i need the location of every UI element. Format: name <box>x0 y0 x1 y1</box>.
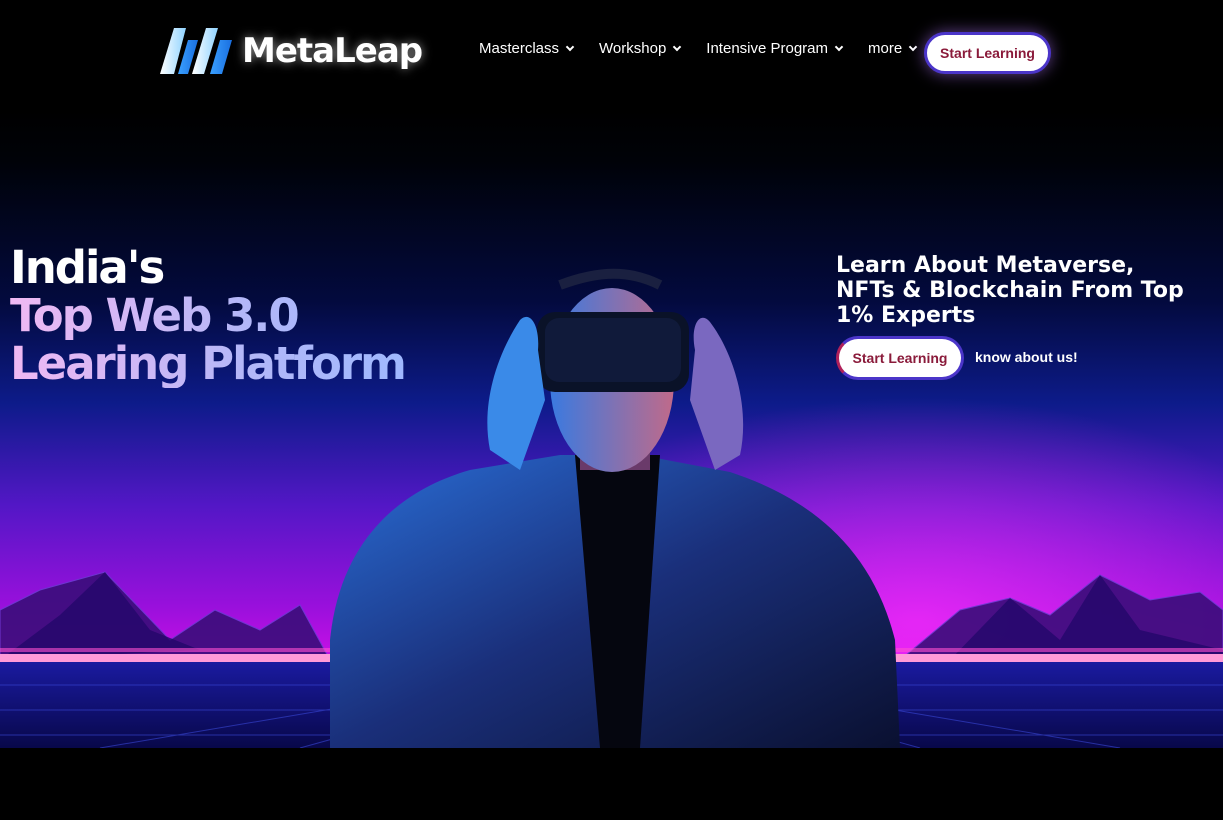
metaleap-logo-icon <box>160 28 232 74</box>
nav-item-label: more <box>868 40 903 57</box>
chevron-down-icon <box>673 42 682 51</box>
page-bottom-strip <box>0 748 1223 820</box>
hero-vr-illustration <box>0 110 1223 748</box>
chevron-down-icon <box>565 42 575 51</box>
hero-start-learning-button[interactable]: Start Learning <box>836 336 964 380</box>
nav-item-label: Masterclass <box>479 40 560 57</box>
headline-line-1: India's <box>10 241 165 294</box>
know-about-us-link[interactable]: know about us! <box>975 349 1078 365</box>
brand-name: MetaLeap <box>242 31 423 71</box>
header-start-learning-button[interactable]: Start Learning <box>924 32 1051 74</box>
main-nav: Masterclass Workshop Intensive Program m… <box>479 40 942 57</box>
brand-logo[interactable]: MetaLeap <box>158 26 423 76</box>
hero-subheading: Learn About Metaverse, NFTs & Blockchain… <box>836 253 1184 328</box>
site-header: MetaLeap Masterclass Workshop Intensive … <box>0 0 1223 110</box>
nav-item-more[interactable]: more <box>868 40 918 57</box>
hero-section <box>0 110 1223 748</box>
nav-item-intensive-program[interactable]: Intensive Program <box>706 40 844 57</box>
headline-line-2: Top Web 3.0 <box>10 292 405 340</box>
nav-item-label: Workshop <box>599 40 667 57</box>
nav-item-workshop[interactable]: Workshop <box>599 40 682 57</box>
chevron-down-icon <box>834 42 844 51</box>
headline-line-3: Learing Platform <box>10 337 407 390</box>
nav-item-label: Intensive Program <box>706 40 829 57</box>
hero-headline: India's Top Web 3.0 Learing Platform <box>10 241 407 390</box>
nav-item-masterclass[interactable]: Masterclass <box>479 40 575 57</box>
chevron-down-icon <box>908 42 918 51</box>
